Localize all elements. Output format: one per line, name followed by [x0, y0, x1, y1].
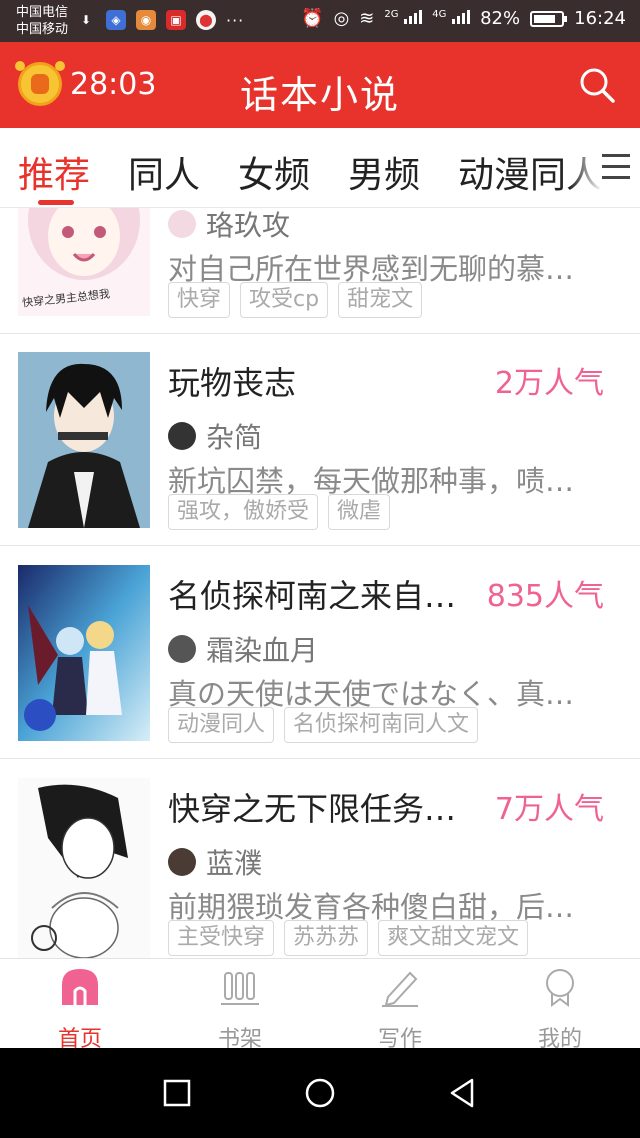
tag-list: 动漫同人 名侦探柯南同人文 — [168, 707, 479, 743]
book-cover[interactable] — [18, 565, 150, 741]
status-bar: 中国电信 中国移动 ⬇ ◈ ◉ ▣ ⬤ ··· ⏰ ◎ ≋ 2G 4G 82% … — [0, 0, 640, 42]
author[interactable]: 珞玖攻 — [168, 208, 290, 244]
home-icon — [62, 969, 98, 1005]
book-cover[interactable] — [18, 352, 150, 528]
popularity: 835人气 — [486, 579, 604, 614]
battery-icon — [530, 10, 568, 27]
notification-icons: ⬇ ◈ ◉ ▣ ⬤ ··· — [76, 10, 244, 30]
tag[interactable]: 主受快穿 — [168, 920, 275, 956]
author-name: 杂简 — [206, 421, 263, 454]
pencil-icon — [382, 971, 418, 1007]
tag[interactable]: 快穿 — [168, 282, 231, 318]
eye-icon: ◎ — [333, 8, 350, 29]
tab-fanfiction[interactable]: 同人 — [128, 146, 200, 198]
book-title[interactable]: 名侦探柯南之来自… — [168, 571, 468, 617]
tag-list: 快穿 攻受cp 甜宠文 — [168, 282, 423, 318]
signal-2: 4G — [432, 8, 471, 29]
book-cover[interactable]: 快穿之男主总想我 — [18, 208, 150, 316]
avatar — [168, 210, 196, 238]
home-button[interactable] — [303, 1076, 337, 1110]
tab-male[interactable]: 男频 — [348, 146, 420, 198]
author[interactable]: 霜染血月 — [168, 629, 318, 669]
shield-icon: ◈ — [106, 10, 126, 30]
profile-icon — [546, 969, 574, 1007]
bookshelf-icon — [221, 972, 259, 1005]
tag-list: 强攻，傲娇受 微虐 — [168, 494, 391, 530]
tag[interactable]: 甜宠文 — [338, 282, 423, 318]
store-icon: ▣ — [166, 10, 186, 30]
battery-percent: 82% — [480, 8, 521, 29]
bottom-nav: 首页 书架 写作 我的 — [0, 958, 640, 1052]
network-type-1: 2G — [384, 9, 399, 20]
menu-icon[interactable] — [602, 154, 630, 180]
clock: 16:24 — [574, 8, 626, 29]
tag[interactable]: 爽文甜文宠文 — [378, 920, 529, 956]
network-type-2: 4G — [432, 9, 447, 20]
popularity: 7万人气 — [494, 792, 604, 827]
recent-apps-button[interactable] — [160, 1076, 194, 1110]
back-button[interactable] — [446, 1076, 480, 1110]
author[interactable]: 蓝濮 — [168, 842, 262, 882]
alarm-clock-icon: ⏰ — [301, 8, 324, 29]
novel-feed: 快穿之男主总想我 珞玖攻 对自己所在世界感到无聊的慕… 快穿 攻受cp 甜宠文 … — [0, 208, 640, 958]
download-icon: ⬇ — [80, 13, 92, 27]
tag[interactable]: 强攻，傲娇受 — [168, 494, 319, 530]
app-notify-icon: ◉ — [136, 10, 156, 30]
signal-1: 2G — [384, 8, 423, 29]
avatar — [168, 635, 196, 663]
nav-bookshelf[interactable]: 书架 — [160, 967, 320, 1053]
nav-home[interactable]: 首页 — [0, 967, 160, 1053]
avatar — [168, 848, 196, 876]
active-tab-indicator — [38, 200, 74, 205]
tab-female[interactable]: 女频 — [238, 146, 310, 198]
author[interactable]: 杂简 — [168, 416, 262, 456]
system-nav-bar — [0, 1048, 640, 1138]
author-name: 珞玖攻 — [206, 209, 291, 242]
tag[interactable]: 微虐 — [328, 494, 391, 530]
wifi-icon: ≋ — [359, 8, 375, 29]
search-icon[interactable] — [578, 66, 616, 104]
category-tabs: 推荐 同人 女频 男频 动漫同人 — [0, 128, 640, 208]
book-title[interactable]: 快穿之无下限任务… — [168, 784, 468, 830]
avatar — [168, 422, 196, 450]
tag[interactable]: 名侦探柯南同人文 — [284, 707, 479, 743]
more-notifications-icon: ··· — [226, 10, 245, 30]
carrier-2: 中国移动 — [16, 22, 69, 37]
tag[interactable]: 苏苏苏 — [284, 920, 369, 956]
nav-write[interactable]: 写作 — [320, 967, 480, 1053]
tab-recommend[interactable]: 推荐 — [18, 146, 90, 198]
app-header: 28:03 话本小说 — [0, 42, 640, 128]
carrier-1: 中国电信 — [16, 5, 69, 20]
list-item[interactable]: 快穿之男主总想我 珞玖攻 对自己所在世界感到无聊的慕… 快穿 攻受cp 甜宠文 — [0, 208, 640, 334]
book-title[interactable]: 玩物丧志 — [168, 358, 468, 404]
author-name: 霜染血月 — [206, 634, 319, 667]
nav-profile[interactable]: 我的 — [480, 967, 640, 1053]
tag-list: 主受快穿 苏苏苏 爽文甜文宠文 — [168, 920, 529, 956]
list-item[interactable]: 玩物丧志 2万人气 杂简 新坑囚禁，每天做那种事，啧… 强攻，傲娇受 微虐 — [0, 334, 640, 546]
location-icon: ⬤ — [196, 10, 216, 30]
popularity: 2万人气 — [494, 366, 604, 401]
tag[interactable]: 攻受cp — [240, 282, 329, 318]
signal-bars-icon — [404, 8, 423, 24]
page-title: 话本小说 — [239, 73, 400, 117]
list-item[interactable]: 名侦探柯南之来自… 835人气 霜染血月 真の天使は天使ではなく、真… 动漫同人… — [0, 547, 640, 759]
carrier-info: 中国电信 中国移动 — [16, 4, 68, 38]
book-cover[interactable] — [18, 778, 150, 958]
tag[interactable]: 动漫同人 — [168, 707, 275, 743]
signal-bars-icon — [452, 8, 471, 24]
list-item[interactable]: 快穿之无下限任务… 7万人气 蓝濮 前期猥琐发育各种傻白甜，后… 主受快穿 苏苏… — [0, 760, 640, 958]
author-name: 蓝濮 — [206, 847, 263, 880]
status-right: ⏰ ◎ ≋ 2G 4G 82% 16:24 — [301, 8, 626, 29]
